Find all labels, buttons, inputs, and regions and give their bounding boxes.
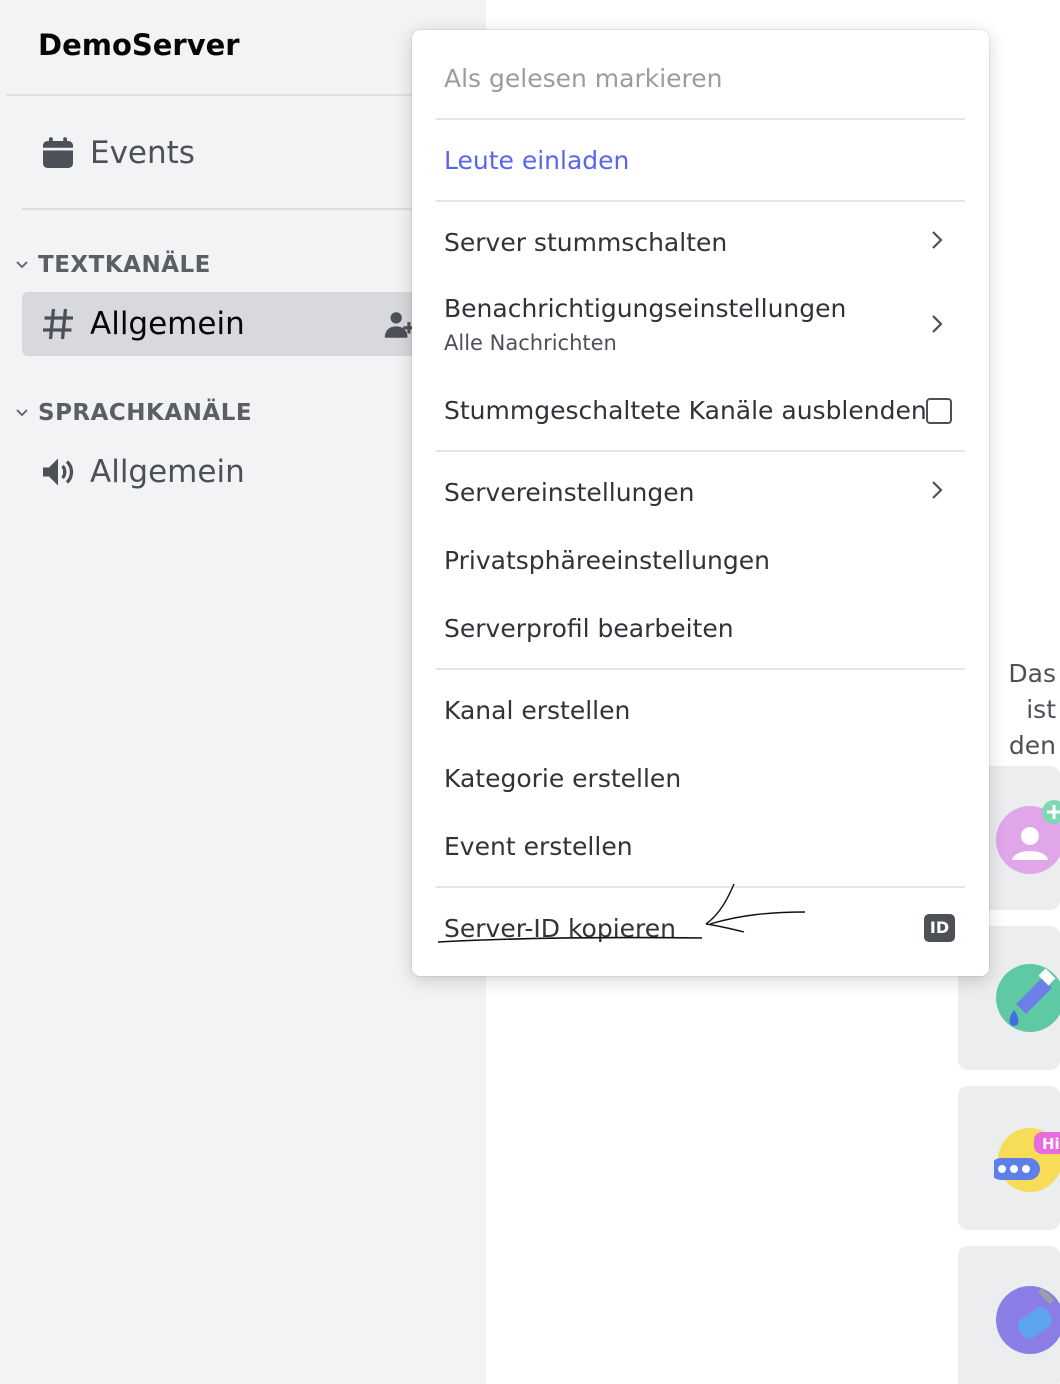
hash-icon (43, 308, 73, 340)
events-item[interactable]: Events (22, 124, 462, 182)
menu-item-edit-server-profile[interactable]: Serverprofil bearbeiten (444, 614, 964, 643)
id-icon: ID (924, 914, 955, 942)
channel-label: Allgemein (90, 454, 245, 490)
menu-item-hide-muted-channels[interactable]: Stummgeschaltete Kanäle ausblenden (444, 396, 964, 425)
menu-item-create-category[interactable]: Kategorie erstellen (444, 764, 964, 793)
wrench-tools-icon (996, 1286, 1060, 1354)
menu-item-server-settings[interactable]: Servereinstellungen (444, 478, 964, 507)
welcome-line-2: den (1008, 731, 1056, 760)
speaker-icon (43, 458, 74, 486)
menu-divider (436, 200, 965, 202)
server-context-menu: Als gelesen markieren Leute einladen Ser… (412, 30, 989, 976)
main-welcome-text: Das ist den (980, 656, 1056, 764)
menu-item-mark-read[interactable]: Als gelesen markieren (444, 64, 964, 93)
menu-item-label: Server stummschalten (444, 228, 728, 257)
menu-divider (436, 450, 965, 452)
menu-item-invite-people[interactable]: Leute einladen (444, 146, 964, 175)
menu-divider (436, 668, 965, 670)
menu-item-privacy-settings[interactable]: Privatsphäreeinstellungen (444, 546, 964, 575)
hide-muted-checkbox[interactable] (926, 398, 952, 424)
menu-item-create-event[interactable]: Event erstellen (444, 832, 964, 861)
category-label: TEXTKANÄLE (38, 252, 211, 278)
category-text-channels[interactable]: TEXTKANÄLE (14, 252, 211, 278)
paint-brush-icon (996, 964, 1060, 1032)
events-label: Events (90, 135, 195, 171)
menu-item-label: Servereinstellungen (444, 478, 695, 507)
chat-hi-icon: Hi! (994, 1128, 1060, 1192)
menu-divider (436, 118, 965, 120)
menu-item-mute-server[interactable]: Server stummschalten (444, 228, 964, 257)
menu-item-sublabel: Alle Nachrichten (444, 331, 617, 355)
add-member-icon[interactable] (382, 308, 416, 342)
menu-item-notification-settings[interactable]: Benachrichtigungseinstellungen Alle Nach… (444, 294, 964, 355)
menu-item-label: Benachrichtigungseinstellungen (444, 294, 847, 323)
menu-item-label: Stummgeschaltete Kanäle ausblenden (444, 396, 927, 425)
welcome-card-app[interactable] (958, 1246, 1060, 1384)
hand-drawn-arrow-annotation (437, 883, 806, 943)
welcome-line-1: Das ist (1008, 659, 1056, 724)
menu-item-create-channel[interactable]: Kanal erstellen (444, 696, 964, 725)
chevron-right-icon (932, 315, 943, 333)
invite-friends-icon (996, 800, 1060, 874)
chevron-down-icon (16, 409, 28, 417)
chevron-right-icon (932, 231, 943, 249)
server-name: DemoServer (38, 28, 240, 62)
calendar-icon (43, 137, 73, 168)
chevron-right-icon (932, 481, 943, 499)
category-label: SPRACHKANÄLE (38, 400, 253, 426)
welcome-card-message[interactable]: Hi! (958, 1086, 1060, 1230)
channel-label: Allgemein (90, 306, 245, 342)
category-voice-channels[interactable]: SPRACHKANÄLE (14, 400, 252, 426)
chevron-down-icon (16, 261, 28, 269)
svg-text:Hi!: Hi! (1042, 1135, 1060, 1153)
